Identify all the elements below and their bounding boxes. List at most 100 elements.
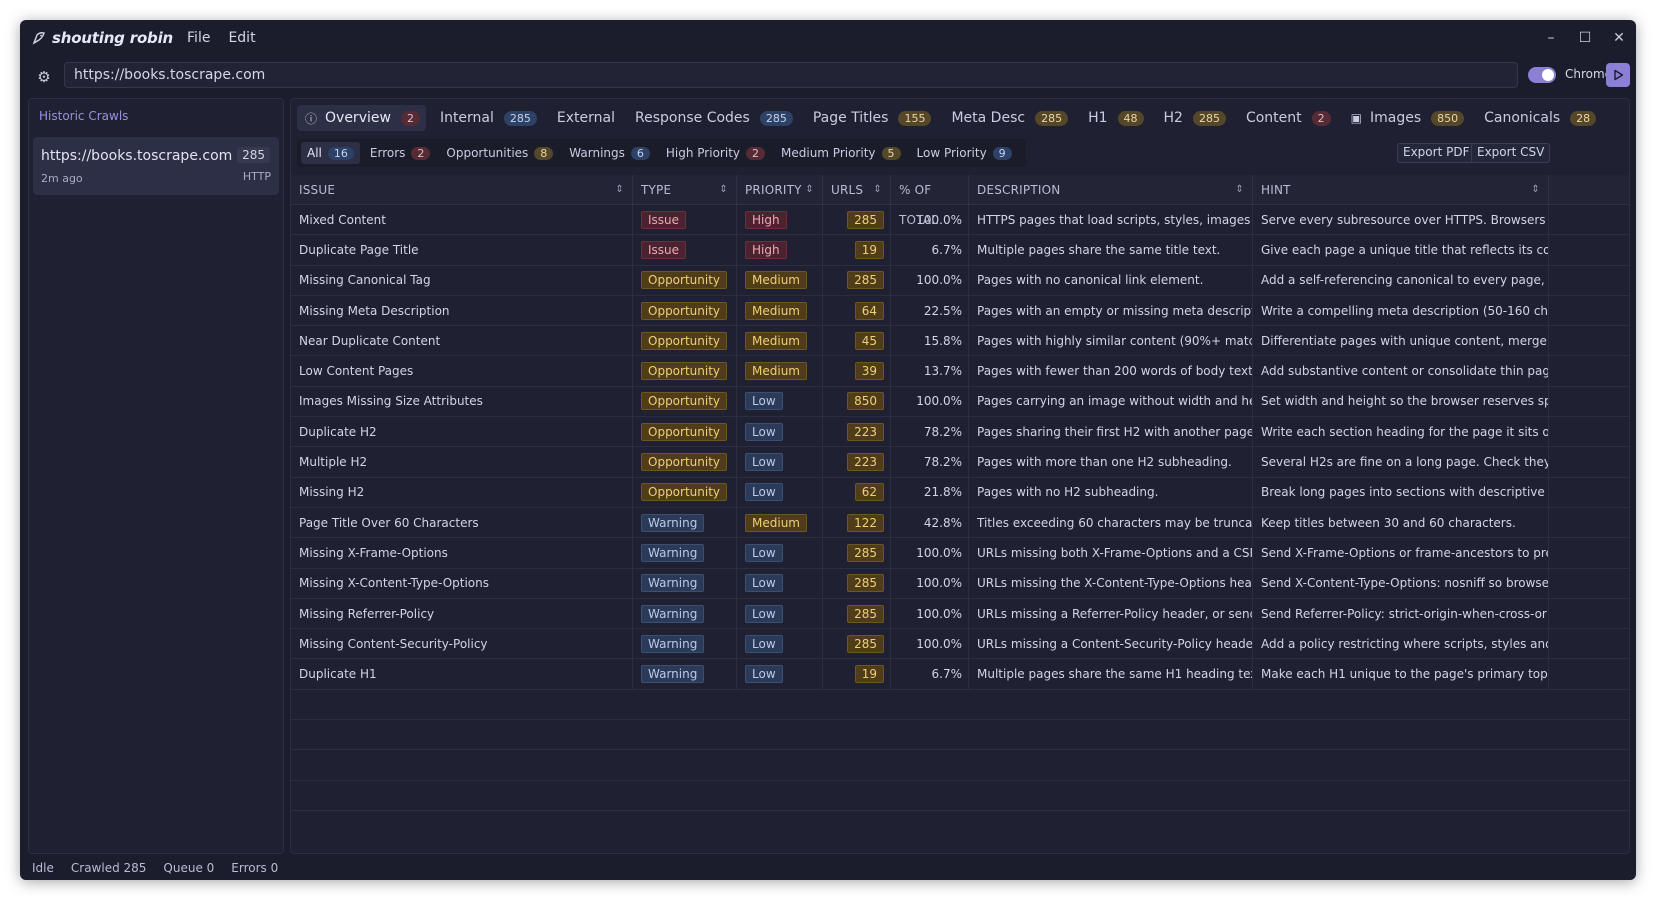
- tab-h2[interactable]: H2 285: [1156, 105, 1232, 131]
- export-csv-button[interactable]: Export CSV: [1471, 143, 1551, 163]
- column-header[interactable]: URLS ⇕: [823, 175, 891, 204]
- table-row[interactable]: Duplicate H2 Opportunity Low 223 78.2% Pages …: [291, 417, 1629, 448]
- filter-medium-priority[interactable]: Medium Priority 5: [775, 142, 907, 164]
- export-pdf-button[interactable]: Export PDF: [1397, 143, 1476, 163]
- filter-bar: All 16 Errors 2 Opportunities 8 Warnings 6 High …: [297, 139, 1026, 167]
- priority-cell: Low: [737, 659, 823, 689]
- table-row[interactable]: Missing Meta Description Opportunity Mediu…: [291, 295, 1629, 327]
- table-row[interactable]: Missing X-Content-Type-Options Warning Low…: [291, 568, 1629, 599]
- start-crawl-button[interactable]: [1606, 63, 1630, 87]
- tab-internal[interactable]: Internal 285: [432, 105, 543, 131]
- column-header-label: % OF TOTAL: [899, 183, 939, 227]
- issue-cell: Duplicate Page Title: [291, 235, 633, 265]
- tab-page-titles[interactable]: Page Titles 155: [805, 105, 938, 131]
- issue-cell: Missing Meta Description: [291, 295, 633, 326]
- table-row[interactable]: Missing X-Frame-Options Warning Low 285 100.…: [291, 538, 1629, 569]
- url-input[interactable]: [64, 62, 1518, 88]
- table-row[interactable]: Missing Content-Security-Policy Warning Lo…: [291, 629, 1629, 660]
- priority-cell: Low: [737, 447, 823, 477]
- urls-cell: 45: [823, 326, 891, 356]
- table-row[interactable]: Near Duplicate Content Opportunity Medium 4…: [291, 326, 1629, 357]
- hint-cell: Serve every subresource over HTTPS. Brow…: [1253, 205, 1549, 235]
- issue-cell: Duplicate H2: [291, 417, 633, 447]
- filter-warnings[interactable]: Warnings 6: [563, 142, 656, 164]
- column-header[interactable]: PRIORITY ⇕: [737, 175, 823, 204]
- issue-name: Missing Meta Description: [299, 303, 450, 318]
- tab-response-codes[interactable]: Response Codes 285: [627, 105, 799, 131]
- tab-label: Content: [1245, 110, 1302, 126]
- filter-errors[interactable]: Errors 2: [364, 142, 437, 164]
- filter-low-priority[interactable]: Low Priority 9: [911, 142, 1018, 164]
- sort-icon[interactable]: ⇕: [873, 175, 882, 205]
- column-header[interactable]: HINT ⇕: [1253, 175, 1549, 204]
- percent-cell: 78.2%: [891, 447, 969, 477]
- priority-cell: High: [737, 235, 823, 265]
- table-row[interactable]: Page Title Over 60 Characters Warning Medi…: [291, 507, 1629, 539]
- description-cell: URLs missing a Content-Security-Policy h…: [969, 629, 1253, 659]
- sort-icon[interactable]: ⇕: [719, 175, 728, 205]
- issue-name: Missing Content-Security-Policy: [299, 636, 488, 651]
- sort-icon[interactable]: ⇕: [1235, 175, 1244, 205]
- tab-external[interactable]: External: [549, 105, 621, 131]
- tab-overview[interactable]: ⓘ Overview 2: [297, 105, 426, 131]
- tab-content[interactable]: Content 2: [1238, 105, 1337, 131]
- menu-file[interactable]: File: [187, 30, 210, 46]
- priority-cell: Medium: [737, 507, 823, 538]
- hint-text: Break long pages into sections with desc…: [1261, 485, 1548, 500]
- table-row[interactable]: Multiple H2 Opportunity Low 223 78.2% Pages w…: [291, 447, 1629, 478]
- column-header[interactable]: TYPE ⇕: [633, 175, 737, 204]
- gear-icon[interactable]: ⚙: [34, 67, 54, 87]
- tab-canonicals[interactable]: Canonicals 28: [1476, 105, 1602, 131]
- urls-count-badge: 285: [847, 604, 884, 623]
- column-header[interactable]: ISSUE ⇕: [291, 175, 633, 204]
- description-text: Pages with no canonical link element.: [977, 273, 1204, 288]
- table-row[interactable]: Mixed Content Issue High 285 100.0% HTTPS pag…: [291, 205, 1629, 236]
- minimize-icon[interactable]: –: [1534, 30, 1568, 46]
- priority-cell: Low: [737, 629, 823, 659]
- close-icon[interactable]: ✕: [1602, 30, 1636, 46]
- type-cell: Opportunity: [633, 386, 737, 417]
- browser-toggle[interactable]: [1528, 67, 1556, 83]
- table-row[interactable]: Low Content Pages Opportunity Medium 39 13.7…: [291, 356, 1629, 387]
- tab-label: H2: [1163, 110, 1183, 126]
- empty-row: [291, 720, 1629, 751]
- hint-cell: Write each section heading for the page …: [1253, 417, 1549, 447]
- historic-crawl-item[interactable]: https://books.toscrape.com 2m ago 285 HT…: [33, 137, 279, 195]
- filter-opportunities[interactable]: Opportunities 8: [440, 142, 559, 164]
- issue-cell: Images Missing Size Attributes: [291, 386, 633, 417]
- issue-name: Near Duplicate Content: [299, 333, 441, 348]
- percent-value: 78.2%: [923, 455, 962, 470]
- menu-edit[interactable]: Edit: [228, 30, 255, 46]
- priority-cell: Low: [737, 598, 823, 629]
- hint-text: Add a self-referencing canonical to ever…: [1261, 273, 1548, 288]
- table-row[interactable]: Images Missing Size Attributes Opportunit…: [291, 386, 1629, 418]
- table-row[interactable]: Missing H2 Opportunity Low 62 21.8% Pages wit…: [291, 477, 1629, 508]
- sort-icon[interactable]: ⇕: [615, 175, 624, 205]
- tab-count-badge: 850: [1431, 110, 1465, 126]
- type-cell: Warning: [633, 629, 737, 659]
- filter-all[interactable]: All 16: [301, 142, 360, 164]
- priority-cell: Medium: [737, 295, 823, 326]
- urls-cell: 285: [823, 538, 891, 568]
- table-row[interactable]: Duplicate Page Title Issue High 19 6.7% Multi…: [291, 235, 1629, 266]
- column-header[interactable]: DESCRIPTION ⇕: [969, 175, 1253, 204]
- tab-meta-desc[interactable]: Meta Desc 285: [943, 105, 1074, 131]
- description-text: Pages with an empty or missing meta desc…: [977, 303, 1253, 318]
- tab-images[interactable]: ▣ Images 850: [1343, 105, 1470, 131]
- column-header[interactable]: % OF TOTAL: [891, 175, 969, 227]
- status-state: Idle: [32, 861, 54, 875]
- maximize-icon[interactable]: ☐: [1568, 30, 1602, 46]
- priority-badge: Low: [745, 422, 783, 441]
- type-cell: Warning: [633, 598, 737, 629]
- tab-h1[interactable]: H1 48: [1080, 105, 1149, 131]
- filter-high-priority[interactable]: High Priority 2: [660, 142, 771, 164]
- table-row[interactable]: Missing Canonical Tag Opportunity Medium 28…: [291, 265, 1629, 296]
- table-row[interactable]: Duplicate H1 Warning Low 19 6.7% Multiple pag…: [291, 659, 1629, 690]
- type-badge: Opportunity: [641, 301, 728, 320]
- hint-text: Add a policy restricting where scripts, …: [1261, 636, 1548, 651]
- table-row[interactable]: Missing Referrer-Policy Warning Low 285 100.…: [291, 598, 1629, 630]
- sort-icon[interactable]: ⇕: [1531, 175, 1540, 205]
- type-cell: Opportunity: [633, 326, 737, 356]
- sort-icon[interactable]: ⇕: [805, 175, 814, 205]
- hint-text: Keep titles between 30 and 60 characters…: [1261, 515, 1516, 530]
